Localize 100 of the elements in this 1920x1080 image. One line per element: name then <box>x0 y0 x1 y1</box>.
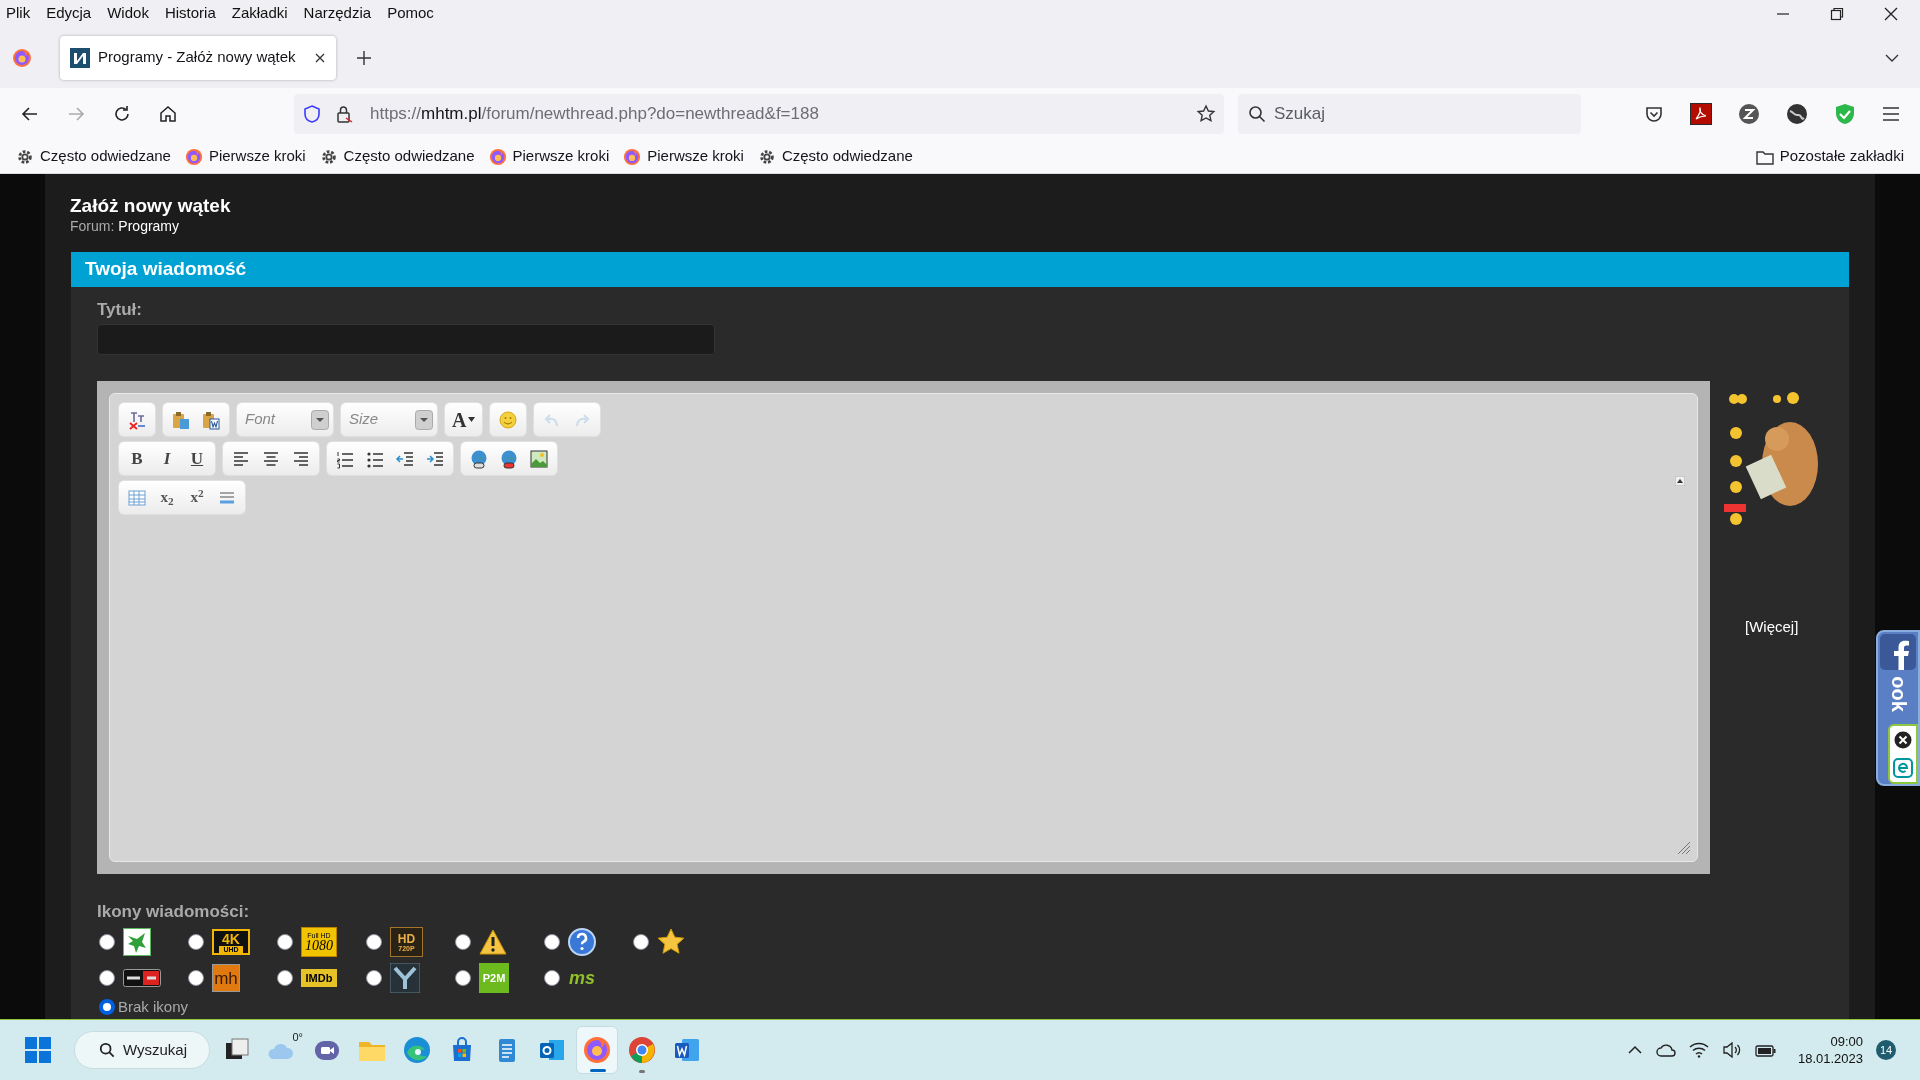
taskbar-search[interactable]: Wyszukaj <box>74 1031 210 1069</box>
cloud-icon[interactable] <box>1655 1042 1676 1058</box>
restore-icon[interactable] <box>1830 6 1844 21</box>
firefox-icon[interactable] <box>12 47 32 68</box>
pocket-icon[interactable] <box>1644 104 1664 124</box>
z-extension-icon[interactable] <box>1738 103 1760 125</box>
smiley-icon <box>498 409 519 430</box>
link-icon <box>469 448 489 469</box>
search-field[interactable]: Szukaj <box>1238 94 1581 134</box>
facebook-label: ook <box>1888 676 1909 712</box>
title-input[interactable] <box>97 324 715 355</box>
close-icon[interactable] <box>314 51 326 64</box>
radio-button[interactable] <box>99 934 115 950</box>
speaker-icon[interactable] <box>1721 1042 1742 1058</box>
bold-button[interactable]: B <box>123 444 151 473</box>
radio-button[interactable] <box>188 970 204 986</box>
font-color-button[interactable]: A <box>449 405 479 434</box>
scroll-up-icon[interactable] <box>1675 476 1686 486</box>
lock-icon[interactable] <box>334 104 354 124</box>
search-icon <box>99 1042 115 1058</box>
bookmark[interactable]: Często odwiedzane <box>319 145 475 168</box>
star-icon[interactable] <box>1196 104 1216 124</box>
gear-icon <box>16 147 34 166</box>
windows-logo-icon[interactable] <box>24 1036 52 1064</box>
underline-button[interactable]: U <box>183 444 211 473</box>
radio-button[interactable] <box>633 934 649 950</box>
firefox-icon <box>488 147 507 166</box>
menu-item[interactable]: Pomoc <box>387 2 434 25</box>
caret-icon <box>415 409 433 430</box>
radio-button[interactable] <box>99 970 115 986</box>
close-icon[interactable] <box>1884 6 1898 21</box>
close-icon[interactable] <box>1894 730 1912 749</box>
radio-button[interactable] <box>277 934 293 950</box>
bookmarks-folder[interactable]: Pozostałe zakładki <box>1755 145 1904 168</box>
menu-item[interactable]: Narzędzia <box>303 2 372 25</box>
e-logo-icon <box>1893 757 1913 778</box>
unlink-icon <box>499 448 519 469</box>
page-title: Załóż nowy wątek <box>70 194 232 218</box>
radio-button[interactable] <box>366 970 382 986</box>
menu-item[interactable]: Widok <box>107 2 149 25</box>
bookmark[interactable]: Często odwiedzane <box>16 145 171 168</box>
shield-icon[interactable] <box>302 104 322 124</box>
wifi-icon[interactable] <box>1688 1042 1709 1058</box>
remove-format-icon <box>127 409 147 430</box>
radio-button[interactable] <box>366 934 382 950</box>
field-label: Ikony wiadomości: <box>97 902 251 922</box>
shield-check-icon[interactable] <box>1834 103 1856 125</box>
battery-icon[interactable] <box>1754 1042 1777 1058</box>
menu-item[interactable]: Edycja <box>46 2 92 25</box>
forum-label: Forum: <box>70 218 115 235</box>
leaf-icon <box>123 928 151 956</box>
logo-icon: ms <box>568 965 596 991</box>
radio-button[interactable] <box>544 970 560 986</box>
pdf-extension-icon[interactable] <box>1690 103 1712 125</box>
menu-item[interactable]: Plik <box>6 2 31 25</box>
star-icon <box>657 928 685 956</box>
address-bar[interactable]: https://mhtm.pl/forum/newthread.php?do=newthread&f=188 <box>294 94 1224 134</box>
radio-button[interactable] <box>277 970 293 986</box>
bookmark[interactable]: Często odwiedzane <box>757 145 913 168</box>
radio-button[interactable] <box>188 934 204 950</box>
field-label: Tytuł: <box>97 300 143 320</box>
firefox-icon <box>582 1035 612 1065</box>
italic-button[interactable]: I <box>153 444 181 473</box>
home-icon[interactable] <box>158 104 178 124</box>
weather-temperature: 0° <box>292 1030 303 1045</box>
facebook-tab[interactable]: ook <box>1876 630 1920 786</box>
notification-count[interactable]: 14 <box>1876 1040 1896 1060</box>
taskbar-app[interactable]: 0° <box>261 1026 303 1074</box>
firefox-icon <box>184 147 203 166</box>
bookmark[interactable]: Pierwsze kroki <box>488 145 610 168</box>
globe-extension-icon[interactable] <box>1786 103 1808 125</box>
radio-button[interactable] <box>99 999 115 1016</box>
site-logo-icon <box>70 47 90 68</box>
editor-area[interactable]: Font Size A B I U x$_{2}$ x$^{2}$ <box>109 393 1699 862</box>
forum-link[interactable]: Programy <box>118 218 180 235</box>
browser-tab[interactable]: Programy - Załóż nowy wątek <box>60 35 336 80</box>
radio-button[interactable] <box>455 934 471 950</box>
more-link[interactable]: [Więcej] <box>1745 616 1799 639</box>
caret-icon <box>311 409 329 430</box>
badge-icon: mh <box>212 964 240 992</box>
bookmark[interactable]: Pierwsze kroki <box>184 145 306 168</box>
menu-item[interactable]: Zakładki <box>231 2 288 25</box>
menu-item[interactable]: Historia <box>164 2 216 25</box>
subscript-button[interactable]: x$_{2}$ <box>153 483 181 512</box>
menu-icon[interactable] <box>1882 105 1900 123</box>
radio-button[interactable] <box>455 970 471 986</box>
radio-label: Brak ikony <box>118 997 189 1017</box>
search-icon <box>1248 105 1266 123</box>
help-icon <box>568 928 596 956</box>
table-icon <box>127 487 147 508</box>
reload-icon[interactable] <box>112 104 132 124</box>
gear-icon <box>757 147 776 166</box>
url-text: https://mhtm.pl/forum/newthread.php?do=newthread&f=188 <box>370 103 819 126</box>
new-tab-icon[interactable] <box>356 49 372 66</box>
tab-title: Programy - Załóż nowy wątek <box>98 47 296 68</box>
badge-icon: IMDb <box>301 969 337 987</box>
resize-handle-icon[interactable] <box>1677 841 1692 855</box>
bookmark[interactable]: Pierwsze kroki <box>623 145 744 168</box>
radio-button[interactable] <box>544 934 560 950</box>
superscript-button[interactable]: x$^{2}$ <box>183 483 211 512</box>
